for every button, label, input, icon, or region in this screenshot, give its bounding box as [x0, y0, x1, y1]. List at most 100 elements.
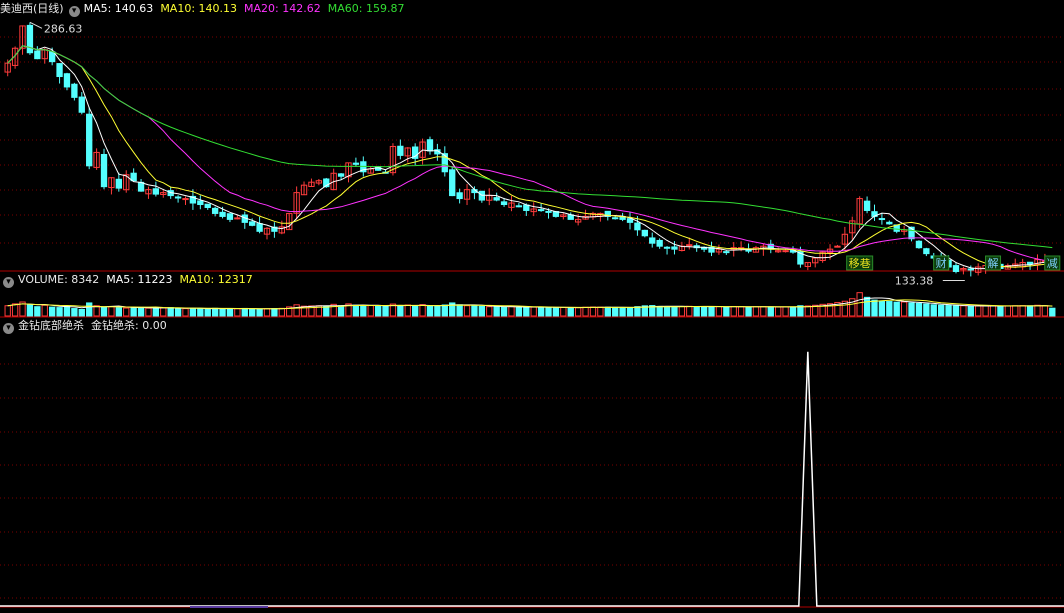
volume-bar [78, 308, 85, 317]
volume-bar [145, 307, 152, 317]
volume-bar [589, 306, 597, 317]
volume-bar [789, 306, 797, 317]
candle-body [219, 211, 226, 217]
candle-body [952, 265, 960, 272]
volume-bar [508, 305, 515, 317]
volume-bar [137, 306, 145, 317]
candle-body [426, 139, 434, 152]
candle-body [197, 200, 204, 206]
volume-bar [278, 307, 285, 317]
volume-bar [4, 305, 11, 317]
candle-body [226, 213, 234, 220]
event-marker-label: 减 [1047, 257, 1058, 270]
volume-bar [552, 307, 560, 317]
volume-bar [693, 306, 700, 317]
candle-body [834, 245, 841, 248]
candle-body [686, 244, 693, 247]
volume-bar [900, 301, 908, 317]
volume-bar [434, 305, 441, 317]
high-label: 286.63 [44, 22, 83, 35]
volume-bar [597, 306, 604, 317]
volume-bar [745, 306, 752, 317]
candle-body [204, 203, 211, 208]
volume-bar [41, 304, 48, 317]
candle-body [967, 268, 974, 271]
volume-bar [197, 308, 204, 317]
volume-bar [604, 306, 611, 317]
candle-body [500, 201, 508, 206]
candle-body [863, 200, 871, 211]
candle-body [115, 178, 122, 189]
volume-bar [471, 305, 478, 317]
volume-bar [878, 300, 886, 317]
volume-bar [211, 307, 219, 317]
volume-bar [723, 306, 730, 317]
candle-body [493, 197, 500, 201]
candle-body [397, 145, 404, 156]
volume-bar [989, 305, 997, 317]
volume-bar [634, 306, 641, 317]
volume-bar [1004, 305, 1012, 317]
volume-bar [263, 308, 271, 317]
volume-bar [48, 306, 56, 317]
event-marker-label: 财 [936, 256, 947, 270]
volume-bar [952, 305, 960, 317]
volume-bar [523, 306, 530, 317]
volume-bar [945, 305, 952, 317]
volume-bar [189, 307, 197, 317]
volume-bar [775, 306, 782, 317]
candle-body [663, 246, 671, 249]
volume-bar [975, 305, 982, 317]
volume-bar [63, 305, 71, 317]
volume-bar [700, 306, 708, 317]
volume-bar [612, 306, 619, 317]
volume-bar [463, 305, 471, 317]
candle-body [656, 239, 663, 247]
volume-bar [337, 305, 345, 317]
candle-body [1026, 261, 1034, 265]
volume-bar [160, 307, 167, 317]
volume-bar [412, 305, 419, 317]
volume-bar [419, 304, 426, 317]
candle-body [449, 169, 456, 197]
volume-bar [708, 306, 715, 317]
ma5-line [7, 45, 1053, 270]
candle-body [634, 222, 641, 231]
volume-bar [560, 307, 567, 317]
candle-body [71, 83, 78, 98]
volume-bar [323, 305, 330, 317]
volume-bar [367, 305, 374, 317]
volume-bar [241, 307, 248, 317]
stock-chart[interactable]: 286.63 133.38 移巷 财 解 减 [0, 0, 1064, 613]
volume-bar [767, 306, 774, 317]
volume-bar [619, 307, 626, 317]
volume-bar [804, 305, 811, 317]
volume-bar [382, 305, 389, 317]
volume-bar [26, 304, 34, 317]
ma60-line [7, 45, 1053, 249]
volume-bar [1012, 305, 1019, 317]
volume-bar [982, 305, 989, 317]
candle-body [612, 217, 619, 220]
volume-bar [1026, 305, 1034, 317]
volume-bar [663, 306, 671, 317]
volume-bar [626, 307, 634, 317]
volume-bar [397, 305, 404, 317]
volume-bar [856, 292, 863, 317]
candle-body [745, 249, 752, 252]
volume-bar [1041, 305, 1049, 317]
volume-bar [360, 305, 367, 317]
candle-body [782, 250, 789, 253]
volume-bar [715, 306, 723, 317]
volume-bar [908, 302, 915, 317]
volume-bar [893, 301, 900, 317]
candle-body [537, 209, 545, 212]
volume-bar [167, 307, 174, 317]
candle-body [56, 63, 63, 78]
volume-bar [582, 306, 589, 317]
volume-bar [456, 304, 463, 317]
volume-bar [478, 305, 486, 317]
volume-bar [123, 307, 130, 317]
candle-body [234, 217, 241, 220]
candle-body [48, 51, 56, 63]
